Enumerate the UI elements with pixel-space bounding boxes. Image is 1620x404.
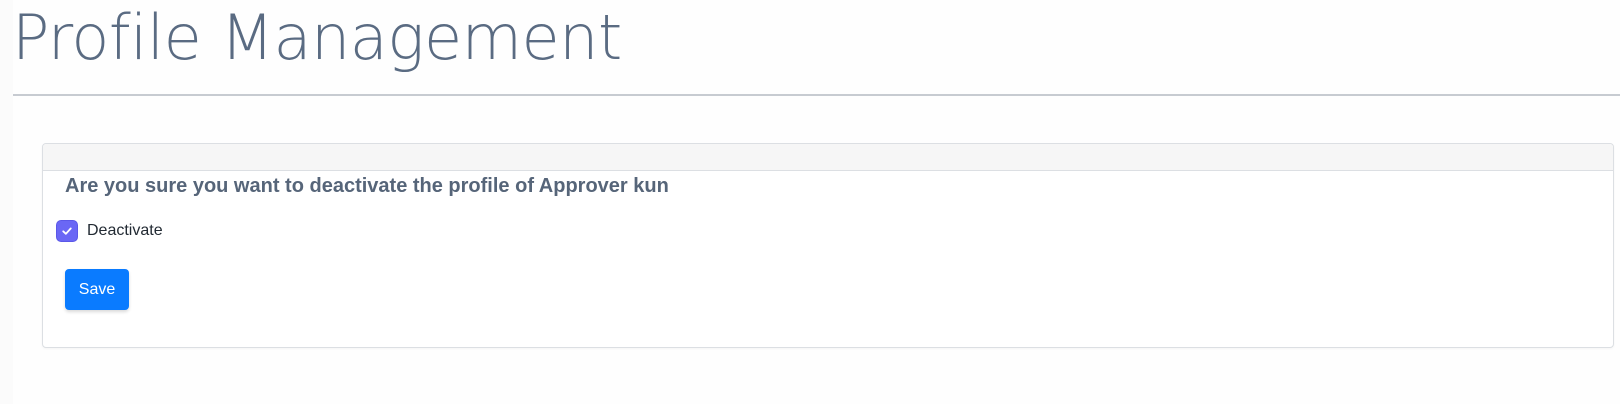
deactivate-profile-card: Are you sure you want to deactivate the … [42,143,1614,348]
confirmation-question: Are you sure you want to deactivate the … [65,175,669,197]
checkmark-icon [62,227,72,235]
card-header [43,144,1613,171]
deactivate-checkbox-row[interactable]: Deactivate [57,219,163,243]
title-divider [13,94,1620,96]
profile-management-page: Profile Management Are you sure you want… [0,0,1620,404]
deactivate-checkbox[interactable] [57,221,77,241]
save-button[interactable]: Save [65,269,129,310]
page-title: Profile Management [12,1,622,74]
deactivate-checkbox-label[interactable]: Deactivate [87,222,163,240]
